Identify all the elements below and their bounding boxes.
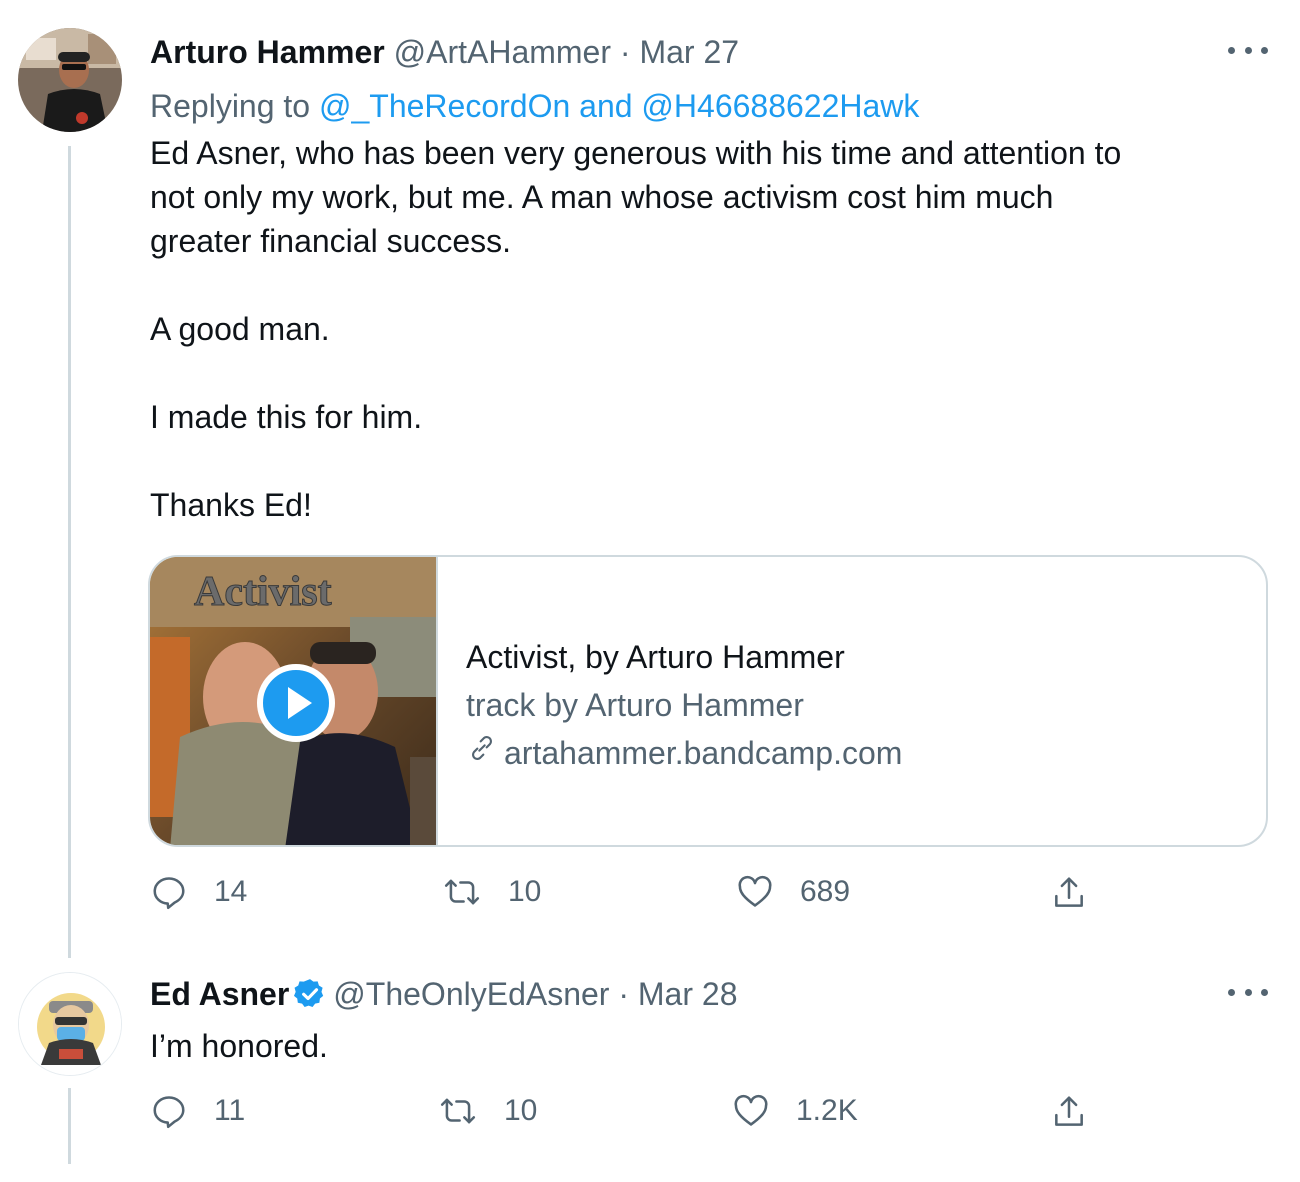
mention-link[interactable]: @H46688622Hawk bbox=[641, 88, 919, 124]
card-subtitle: track by Arturo Hammer bbox=[466, 687, 804, 723]
tweet-header: Arturo Hammer @ArtAHammer · Mar 27 bbox=[150, 32, 739, 72]
card-title: Activist, by Arturo Hammer bbox=[466, 639, 845, 675]
separator-dot: · bbox=[618, 976, 629, 1012]
replying-and: and bbox=[570, 88, 642, 124]
retweet-icon bbox=[438, 1092, 478, 1130]
more-icon[interactable] bbox=[1228, 984, 1268, 1000]
tweet-text-blank bbox=[150, 263, 1270, 307]
tweet-text-line: greater financial success. bbox=[150, 223, 512, 259]
like-icon bbox=[736, 873, 774, 911]
tweet-date[interactable]: Mar 27 bbox=[639, 34, 739, 70]
tweet-text-blank bbox=[150, 351, 1270, 395]
play-icon[interactable] bbox=[256, 663, 336, 743]
tweet-text-line: Ed Asner, who has been very generous wit… bbox=[150, 135, 1122, 171]
tweet-date[interactable]: Mar 28 bbox=[638, 976, 738, 1012]
tweet-text-line: A good man. bbox=[150, 311, 330, 347]
tweet-1[interactable]: Arturo Hammer @ArtAHammer · Mar 27 Reply… bbox=[0, 0, 1300, 960]
author-name[interactable]: Arturo Hammer bbox=[150, 34, 385, 70]
separator-dot: · bbox=[619, 34, 631, 70]
reply-button[interactable]: 14 bbox=[150, 873, 247, 911]
tweet-header: Ed Asner @TheOnlyEdAsner · Mar 28 bbox=[150, 974, 737, 1020]
like-button[interactable]: 1.2K bbox=[732, 1092, 858, 1130]
mention-link[interactable]: @_TheRecordOn bbox=[319, 88, 570, 124]
reply-button[interactable]: 11 bbox=[150, 1092, 245, 1130]
author-handle[interactable]: @ArtAHammer bbox=[394, 34, 611, 70]
retweet-icon bbox=[442, 873, 482, 911]
thread-line bbox=[68, 146, 71, 958]
like-count: 1.2K bbox=[796, 1094, 858, 1127]
tweet-text: I’m honored. bbox=[150, 1028, 328, 1064]
thread-line bbox=[68, 1088, 71, 1164]
card-link-text[interactable]: artahammer.bandcamp.com bbox=[504, 729, 902, 777]
retweet-button[interactable]: 10 bbox=[442, 873, 541, 911]
card-thumbnail[interactable]: Activist bbox=[150, 557, 438, 845]
share-button[interactable] bbox=[1050, 873, 1088, 913]
like-count: 689 bbox=[800, 875, 851, 908]
tweet-text-line: Thanks Ed! bbox=[150, 487, 312, 523]
tweet-text-line: not only my work, but me. A man whose ac… bbox=[150, 179, 1054, 215]
like-button[interactable]: 689 bbox=[736, 873, 850, 911]
replying-to: Replying to @_TheRecordOn and @H46688622… bbox=[150, 86, 919, 126]
share-icon bbox=[1050, 873, 1088, 913]
avatar-arturo-hammer[interactable] bbox=[18, 28, 122, 132]
reply-count: 14 bbox=[214, 875, 248, 908]
more-icon[interactable] bbox=[1228, 42, 1268, 58]
reply-icon bbox=[150, 1092, 188, 1130]
tweet-text-line: I made this for him. bbox=[150, 399, 423, 435]
share-icon bbox=[1050, 1092, 1088, 1132]
like-icon bbox=[732, 1092, 770, 1130]
replying-prefix: Replying to bbox=[150, 88, 319, 124]
card-info: Activist, by Arturo Hammer track by Artu… bbox=[466, 633, 902, 777]
avatar-ed-asner[interactable] bbox=[18, 972, 122, 1076]
author-handle[interactable]: @TheOnlyEdAsner bbox=[333, 976, 609, 1012]
tweet-2[interactable]: Ed Asner @TheOnlyEdAsner · Mar 28 I’m hon… bbox=[0, 960, 1300, 1182]
retweet-count: 10 bbox=[504, 1094, 538, 1127]
tweet-actions: 14 10 689 bbox=[150, 873, 1250, 917]
link-card[interactable]: Activist Activist, by Arturo Hammer trac… bbox=[148, 555, 1268, 847]
card-link[interactable]: artahammer.bandcamp.com bbox=[466, 729, 902, 777]
share-button[interactable] bbox=[1050, 1092, 1088, 1132]
author-name[interactable]: Ed Asner bbox=[150, 976, 289, 1012]
reply-icon bbox=[150, 873, 188, 911]
link-icon bbox=[466, 729, 498, 777]
tweet-text: Ed Asner, who has been very generous wit… bbox=[150, 131, 1270, 527]
tweet-actions: 11 10 1.2K bbox=[150, 1092, 1250, 1136]
verified-badge-icon bbox=[293, 977, 327, 1020]
retweet-count: 10 bbox=[508, 875, 542, 908]
retweet-button[interactable]: 10 bbox=[438, 1092, 537, 1130]
reply-count: 11 bbox=[214, 1094, 246, 1127]
card-thumb-title: Activist bbox=[194, 569, 332, 615]
tweet-text-blank bbox=[150, 439, 1270, 483]
